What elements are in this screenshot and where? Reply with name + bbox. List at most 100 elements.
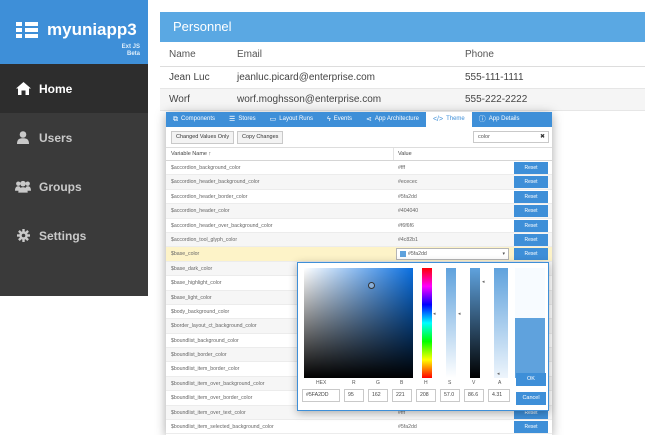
- app-nav: myuniapp3 Ext JS Beta Home Users Groups …: [0, 0, 148, 296]
- green-field[interactable]: 162: [368, 389, 388, 402]
- variable-name: $boundlist_item_selected_background_colo…: [171, 424, 274, 431]
- grid-list-icon: [16, 22, 38, 40]
- cell-email: jeanluc.picard@enterprise.com: [237, 72, 375, 83]
- nav-item-groups[interactable]: Groups: [0, 162, 148, 211]
- tab-stores[interactable]: ☰ Stores: [222, 112, 263, 127]
- gear-icon: [15, 229, 31, 242]
- tab-app-architecture[interactable]: ⋖ App Architecture: [359, 112, 426, 127]
- column-header-name[interactable]: Name: [160, 42, 227, 66]
- reset-button[interactable]: Reset: [514, 205, 548, 218]
- nav-item-settings[interactable]: Settings: [0, 211, 148, 260]
- variable-name: $accordion_header_over_background_color: [171, 222, 273, 229]
- code-icon: </>: [432, 116, 444, 123]
- cancel-button[interactable]: Cancel: [516, 392, 546, 405]
- user-icon: [15, 131, 31, 144]
- variable-name: $accordion_header_background_color: [171, 179, 260, 186]
- monitor-icon: ▭: [269, 116, 277, 123]
- reset-button[interactable]: Reset: [514, 248, 548, 261]
- value-slider[interactable]: [470, 268, 480, 378]
- color-value-field[interactable]: #5fa2dd ▾: [396, 248, 509, 261]
- alpha-field[interactable]: 4.31: [488, 389, 510, 402]
- variable-value: #5fa2dd: [398, 193, 417, 200]
- column-header-email[interactable]: Email: [227, 42, 455, 66]
- alpha-knob-icon: ◂: [497, 371, 500, 377]
- blue-field[interactable]: 221: [392, 389, 412, 402]
- reset-button[interactable]: Reset: [514, 421, 548, 434]
- red-field[interactable]: 95: [344, 389, 364, 402]
- reset-button[interactable]: Reset: [514, 219, 548, 232]
- variable-value: #404040: [398, 208, 419, 215]
- variable-value: #5fa2dd: [398, 424, 417, 431]
- variable-row[interactable]: $base_color #5fa2dd ▾ Reset: [166, 247, 552, 262]
- color-picker: ◂ ◂ ◂ ◂ HEX R G B H S V A #5FA2DD 95 162…: [297, 262, 549, 411]
- variable-row[interactable]: $accordion_background_color #fff Reset: [166, 161, 552, 176]
- variable-row[interactable]: $accordion_tool_glyph_color #4c82b1 Reset: [166, 232, 552, 248]
- clear-x-icon[interactable]: ✖: [540, 132, 545, 142]
- column-header-phone[interactable]: Phone: [455, 42, 494, 66]
- variables-header: Variable Name ↑ Value: [166, 147, 552, 161]
- variable-row[interactable]: $boundlist_item_selected_background_colo…: [166, 420, 552, 435]
- tab-events[interactable]: ϟ Events: [320, 112, 359, 127]
- new-color-preview: [515, 318, 545, 378]
- color-cursor[interactable]: [368, 282, 375, 289]
- app-subtitle: Ext JS Beta: [121, 44, 140, 57]
- reset-button[interactable]: Reset: [514, 176, 548, 189]
- app-header: myuniapp3 Ext JS Beta: [0, 0, 148, 64]
- stores-icon: ☰: [229, 116, 236, 123]
- filter-input[interactable]: color ✖: [473, 131, 549, 143]
- variable-name: $base_color: [171, 251, 200, 258]
- value-field[interactable]: 86.6: [464, 389, 484, 402]
- reset-button[interactable]: Reset: [514, 233, 548, 246]
- variable-row[interactable]: $accordion_header_background_color #ecece…: [166, 175, 552, 190]
- saturation-field[interactable]: 57.0: [440, 389, 460, 402]
- hex-field[interactable]: #5FA2DD: [302, 389, 340, 402]
- table-row[interactable]: Jean Luc jeanluc.picard@enterprise.com 5…: [160, 67, 645, 89]
- nav-item-label: Groups: [39, 179, 82, 194]
- tab-components[interactable]: ⧉ Components: [166, 112, 222, 127]
- info-icon: ⓘ: [478, 116, 486, 123]
- tab-layout-runs[interactable]: ▭ Layout Runs: [263, 112, 320, 127]
- saturation-slider[interactable]: [446, 268, 456, 378]
- table-row[interactable]: Worf worf.moghsson@enterprise.com 555-22…: [160, 89, 645, 111]
- sort-asc-icon: ↑: [208, 151, 212, 157]
- reset-button[interactable]: Reset: [514, 162, 548, 174]
- copy-changes-button[interactable]: Copy Changes: [237, 131, 284, 144]
- reset-button[interactable]: Reset: [514, 190, 548, 203]
- variable-value: #fff: [398, 165, 406, 171]
- nav-item-label: Home: [39, 81, 73, 96]
- cell-name: Worf: [169, 94, 190, 105]
- cell-name: Jean Luc: [169, 72, 210, 83]
- grid-header: Name Email Phone: [160, 42, 645, 67]
- group-icon: [15, 180, 31, 193]
- variable-name: $accordion_header_color: [171, 208, 230, 215]
- nav-item-users[interactable]: Users: [0, 113, 148, 162]
- variable-name: $accordion_tool_glyph_color: [171, 236, 238, 243]
- cell-phone: 555-222-2222: [465, 94, 528, 105]
- variable-value: #4c82b1: [398, 236, 418, 243]
- variable-row[interactable]: $accordion_header_border_color #5fa2dd Res…: [166, 190, 552, 205]
- cell-phone: 555-111-1111: [465, 72, 524, 83]
- value-knob-icon: ◂: [482, 279, 485, 285]
- saturation-value-area[interactable]: [304, 268, 413, 378]
- dropdown-arrow-icon[interactable]: ▾: [502, 249, 505, 259]
- inspector-toolbar: Changed Values Only Copy Changes color ✖: [166, 127, 552, 147]
- variable-row[interactable]: $accordion_header_over_background_color #…: [166, 219, 552, 233]
- nav-item-home[interactable]: Home: [0, 64, 148, 113]
- tab-theme[interactable]: </> Theme: [425, 112, 472, 127]
- hue-field[interactable]: 208: [416, 389, 436, 402]
- app-title: myuniapp3: [47, 20, 137, 39]
- inspector-tabs: ⧉ Components ☰ Stores ▭ Layout Runs ϟ Events…: [166, 112, 552, 127]
- variable-row[interactable]: $accordion_header_color #404040 Reset: [166, 204, 552, 219]
- cell-email: worf.moghsson@enterprise.com: [237, 94, 382, 105]
- changed-values-only-button[interactable]: Changed Values Only: [171, 131, 235, 144]
- ok-button[interactable]: OK: [516, 373, 546, 386]
- column-header-value[interactable]: Value: [394, 148, 510, 160]
- hue-slider[interactable]: [422, 268, 432, 378]
- original-color-preview: [515, 268, 545, 318]
- tab-app-details[interactable]: ⓘ App Details: [472, 112, 527, 127]
- alpha-slider[interactable]: [494, 268, 508, 378]
- variable-value: #f6f6f6: [398, 222, 414, 229]
- nav-item-label: Users: [39, 130, 73, 145]
- nav-item-label: Settings: [39, 228, 87, 243]
- column-header-variable-name[interactable]: Variable Name ↑: [166, 148, 394, 160]
